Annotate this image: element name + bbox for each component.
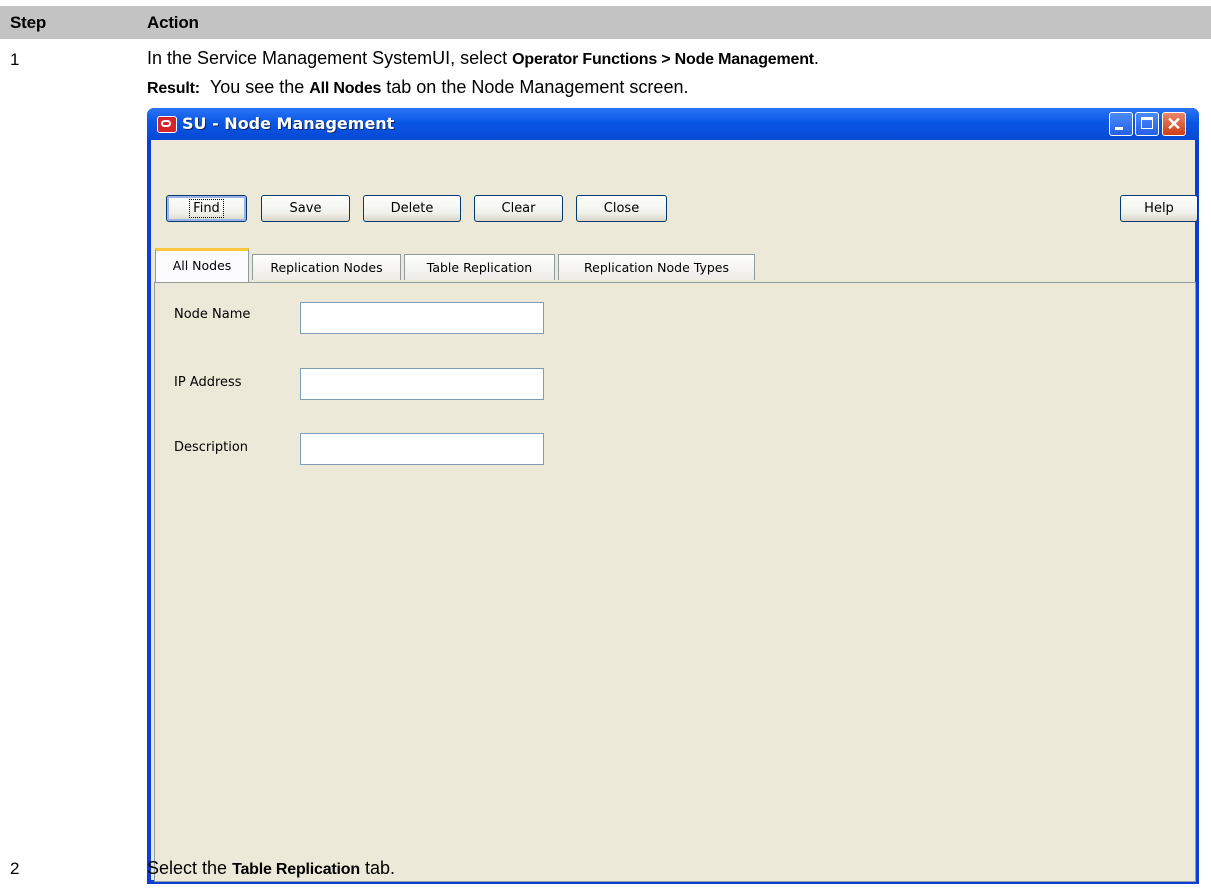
result-text-b: tab on the Node Management screen. bbox=[381, 77, 689, 97]
close-window-button[interactable]: ✕ bbox=[1162, 112, 1186, 136]
col-action-header: Action bbox=[147, 13, 199, 32]
find-button[interactable]: Find bbox=[166, 195, 247, 222]
step-1-menu-path: Operator Functions > Node Management bbox=[512, 51, 814, 68]
step-2-number: 2 bbox=[10, 859, 20, 878]
tab-replication-nodes[interactable]: Replication Nodes bbox=[252, 254, 401, 280]
window-titlebar[interactable]: SU - Node Management ✕ bbox=[147, 108, 1199, 140]
doc-table-header: Step Action bbox=[0, 6, 1211, 39]
ip-address-label: IP Address bbox=[174, 375, 242, 390]
tab-replication-node-types[interactable]: Replication Node Types bbox=[558, 254, 755, 280]
tab-all-nodes[interactable]: All Nodes bbox=[155, 248, 249, 282]
step-1-text: In the Service Management SystemUI, sele… bbox=[147, 48, 819, 69]
window-title: SU - Node Management bbox=[182, 114, 395, 133]
step-1-result: Result: You see the All Nodes tab on the… bbox=[147, 77, 688, 98]
step-1-text-a: In the Service Management SystemUI, sele… bbox=[147, 48, 513, 68]
description-field[interactable] bbox=[300, 433, 544, 465]
col-step-header: Step bbox=[10, 13, 47, 32]
help-button[interactable]: Help bbox=[1120, 195, 1198, 222]
tab-table-replication[interactable]: Table Replication bbox=[404, 254, 555, 280]
close-icon: ✕ bbox=[1166, 114, 1182, 134]
result-label: Result: bbox=[147, 80, 200, 97]
result-tab-name: All Nodes bbox=[309, 80, 382, 97]
step-2-text: Select the Table Replication tab. bbox=[147, 858, 395, 879]
step-2-text-a: Select the bbox=[147, 858, 233, 878]
step-1-number: 1 bbox=[10, 50, 20, 69]
delete-button[interactable]: Delete bbox=[363, 195, 461, 222]
node-name-label: Node Name bbox=[174, 307, 251, 322]
minimize-button[interactable] bbox=[1109, 112, 1133, 136]
node-name-field[interactable] bbox=[300, 302, 544, 334]
maximize-button[interactable] bbox=[1135, 112, 1159, 136]
step-1-text-b: . bbox=[813, 48, 819, 68]
close-button[interactable]: Close bbox=[576, 195, 667, 222]
result-text-a: You see the bbox=[209, 77, 310, 97]
save-button[interactable]: Save bbox=[261, 195, 350, 222]
step-2-text-b: tab. bbox=[359, 858, 395, 878]
description-label: Description bbox=[174, 440, 249, 455]
oracle-logo-icon bbox=[157, 116, 177, 133]
step-2-tab-name: Table Replication bbox=[232, 861, 360, 878]
clear-button[interactable]: Clear bbox=[474, 195, 563, 222]
find-button-label: Find bbox=[189, 199, 224, 218]
ip-address-field[interactable] bbox=[300, 368, 544, 400]
